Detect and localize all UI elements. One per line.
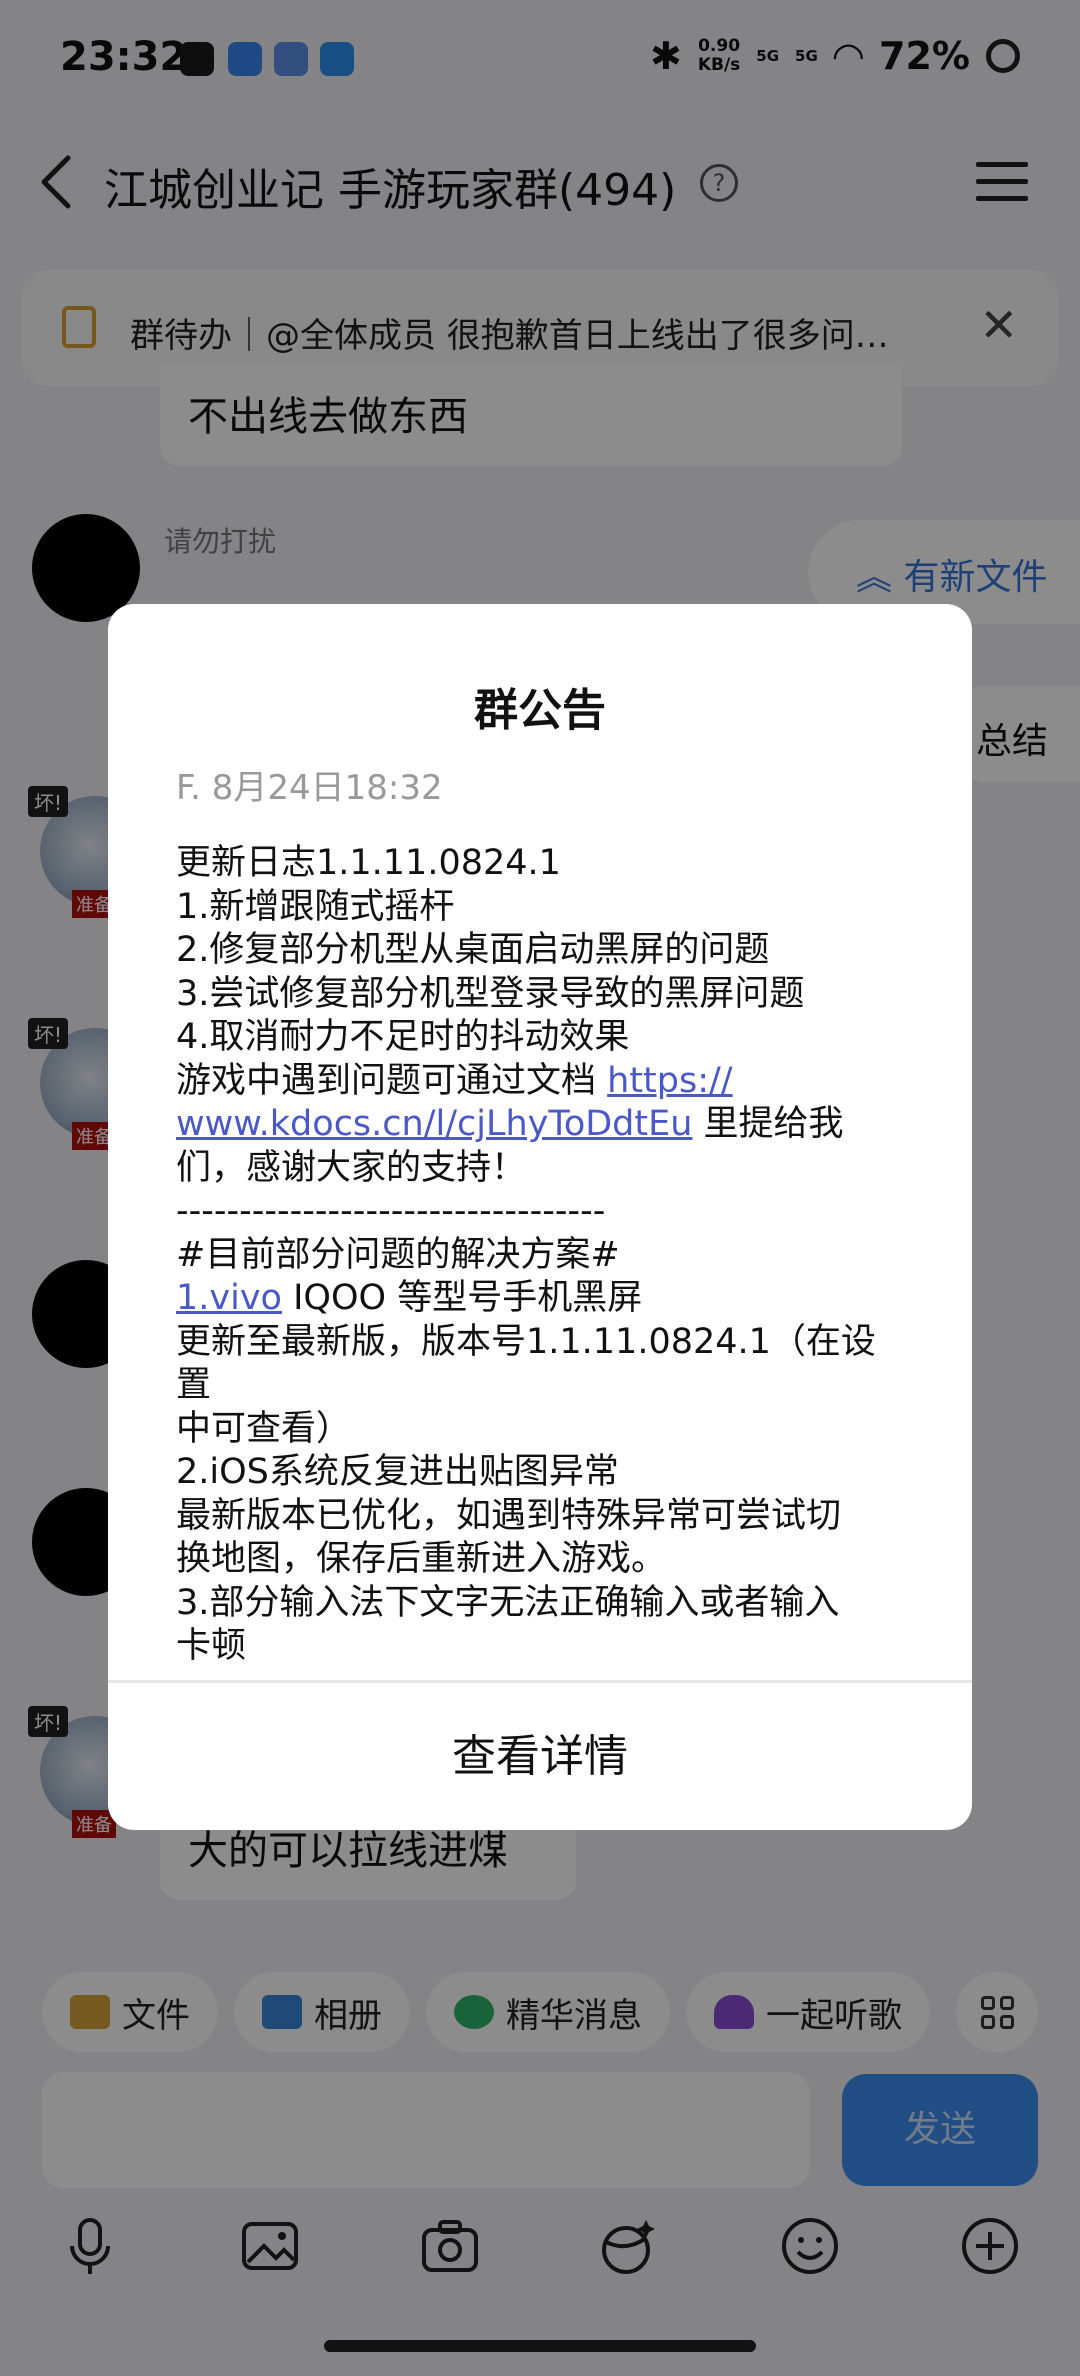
dialog-divider <box>108 1680 972 1683</box>
dialog-title: 群公告 <box>474 685 606 736</box>
announcement-body: 更新日志1.1.11.0824.1 1.新增跟随式摇杆 2.修复部分机型从桌面启… <box>176 842 906 1669</box>
separator-line: ---------------------------------- <box>176 1191 606 1231</box>
docs-link[interactable]: www.kdocs.cn/l/cjLhyToDdtEu <box>176 1104 692 1144</box>
docs-link[interactable]: https:// <box>607 1061 732 1101</box>
announcement-dialog: 群公告 F. 8月24日18:32 更新日志1.1.11.0824.1 1.新增… <box>108 604 972 1830</box>
announcement-meta: F. 8月24日18:32 <box>176 768 443 808</box>
vivo-link[interactable]: 1.vivo <box>176 1278 282 1318</box>
view-details-button[interactable]: 查看详情 <box>108 1684 972 1830</box>
